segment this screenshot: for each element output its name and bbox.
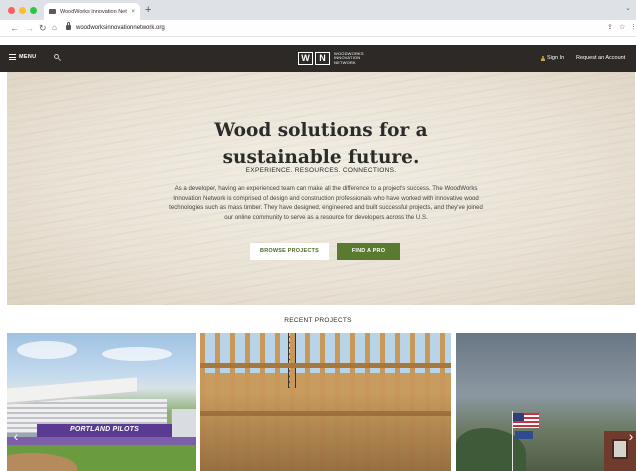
search-icon[interactable] — [54, 54, 61, 61]
find-a-pro-button[interactable]: FIND A PRO — [337, 243, 400, 260]
stadium-banner-text: PORTLAND PILOTS — [70, 426, 139, 433]
lock-icon[interactable] — [66, 22, 71, 30]
cloud — [102, 347, 172, 361]
share-icon[interactable]: ⇪ — [607, 23, 613, 33]
url-field[interactable]: woodworksinnovationnetwork.org — [76, 23, 165, 33]
hero-description: As a developer, having an experienced te… — [169, 185, 483, 221]
wood-beam — [200, 363, 451, 368]
close-window-button[interactable] — [8, 7, 15, 14]
browse-projects-button[interactable]: BROWSE PROJECTS — [250, 243, 329, 260]
hero-banner: Wood solutions for a sustainable future.… — [7, 72, 635, 305]
sign-in-label: Sign In — [547, 55, 565, 61]
site-header: MENU W N WOODWORKS INNOVATION NETWORK Si… — [0, 45, 636, 72]
hero-tagline: EXPERIENCE. RESOURCES. CONNECTIONS. — [245, 167, 397, 174]
new-tab-button[interactable]: + — [145, 3, 151, 17]
tab-list-chevron-icon[interactable]: ⌄ — [625, 4, 631, 12]
star-icon[interactable]: ☆ — [619, 23, 625, 33]
maximize-window-button[interactable] — [30, 7, 37, 14]
reload-icon[interactable]: ↻ — [39, 22, 47, 34]
home-icon[interactable]: ⌂ — [52, 22, 57, 34]
tab-close-icon[interactable]: × — [131, 9, 135, 15]
browser-tab-strip: WoodWorks Innovation Netwo × + ⌄ — [0, 0, 636, 20]
cloud — [17, 341, 77, 359]
carousel-next-chevron-icon[interactable]: › — [626, 428, 636, 444]
site-logo[interactable]: W N WOODWORKS INNOVATION NETWORK — [298, 51, 364, 65]
menu-button[interactable]: MENU — [9, 54, 36, 60]
logo-line: NETWORK — [334, 59, 356, 65]
browser-toolbar: ← → ↻ ⌂ woodworksinnovationnetwork.org ⇪… — [0, 20, 636, 37]
browser-tab[interactable]: WoodWorks Innovation Netwo × — [44, 3, 140, 20]
user-icon — [541, 55, 545, 61]
outfield-wall — [7, 437, 196, 445]
carousel-prev-chevron-icon[interactable]: ‹ — [11, 428, 21, 444]
framing-shadow — [200, 393, 451, 471]
forward-icon[interactable]: → — [25, 22, 34, 34]
logo-wordmark: WOODWORKS INNOVATION NETWORK — [334, 51, 364, 65]
project-card-stadium[interactable]: PORTLAND PILOTS — [7, 333, 196, 471]
back-icon[interactable]: ← — [10, 22, 19, 34]
request-account-link[interactable]: Request an Account — [576, 55, 625, 61]
logo-letter-n: N — [315, 52, 330, 65]
minimize-window-button[interactable] — [19, 7, 26, 14]
site-favicon-icon — [49, 9, 56, 14]
project-card-framing[interactable] — [200, 333, 451, 471]
more-icon[interactable]: ⋮ — [630, 23, 636, 33]
project-card-building[interactable] — [456, 333, 636, 471]
hero-title: Wood solutions for a sustainable future. — [214, 120, 428, 168]
menu-label: MENU — [19, 54, 37, 60]
logo-letter-w: W — [298, 52, 313, 65]
hamburger-icon — [9, 54, 16, 60]
sign-in-link[interactable]: Sign In — [541, 55, 564, 61]
recent-projects-heading: RECENT PROJECTS — [284, 317, 352, 324]
us-flag-canton — [513, 413, 524, 421]
tab-title: WoodWorks Innovation Netwo — [60, 8, 128, 15]
state-flag — [515, 431, 533, 439]
